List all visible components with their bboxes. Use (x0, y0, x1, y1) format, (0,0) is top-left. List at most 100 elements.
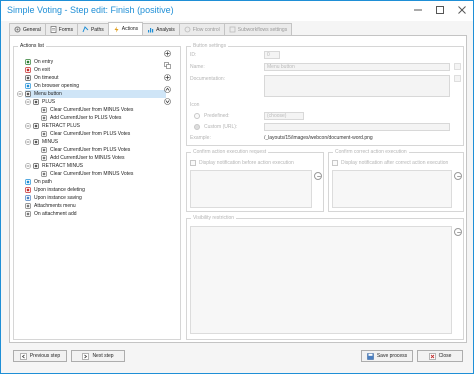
arrow-left-icon (20, 352, 27, 360)
close-icon[interactable] (455, 4, 469, 16)
collapse-icon[interactable] (17, 91, 23, 97)
action-tree-item[interactable]: RETRACT MINUS (25, 162, 84, 170)
predefined-radio[interactable] (194, 113, 200, 119)
move-up-icon[interactable] (164, 86, 171, 93)
action-tree-item-label: MINUS (42, 139, 59, 145)
action-tree-item[interactable]: On exit (25, 66, 50, 74)
tab-forms[interactable]: Forms (44, 23, 78, 35)
action-icon (41, 147, 47, 153)
action-tree-item-label: Attachments menu (34, 203, 76, 209)
action-tree-item-label: On entry (34, 59, 54, 65)
tab-subworkflows-label: Subworkflows settings (237, 26, 288, 33)
collapse-icon[interactable] (25, 163, 31, 169)
tab-actions[interactable]: Actions (107, 22, 144, 35)
action-tree-item-label: Clear CurrentUser from MINUS Votes (50, 171, 134, 177)
action-tree-item[interactable]: Add CurrentUser to MINUS Votes (41, 154, 124, 162)
form-icon (50, 26, 57, 33)
collapse-icon[interactable] (25, 99, 31, 105)
action-tree-item[interactable]: On browser opening (25, 82, 79, 90)
copy-icon[interactable] (164, 62, 171, 69)
confirm-before-label: Confirm action execution request (191, 149, 269, 155)
minimize-icon[interactable] (411, 4, 425, 16)
analysis-icon (147, 26, 154, 33)
confirm-before-edit-icon[interactable] (314, 172, 322, 180)
paths-icon (82, 26, 89, 33)
tab-general[interactable]: General (9, 23, 46, 35)
confirm-after-message-box[interactable] (332, 170, 452, 208)
translate-icon[interactable] (454, 63, 461, 70)
action-tree-item[interactable]: Attachments menu (25, 202, 76, 210)
clock-icon (25, 75, 31, 81)
subworkflow-icon (229, 26, 236, 33)
documentation-field[interactable] (264, 75, 450, 97)
action-tree-item[interactable]: On attachment add (25, 210, 77, 218)
close-button[interactable]: Close (417, 350, 463, 362)
actions-list-label: Actions list (18, 43, 46, 49)
action-tree-item-label: RETRACT MINUS (42, 163, 84, 169)
action-tree-item[interactable]: Upon instance saving (25, 194, 82, 202)
action-tree-item[interactable]: Clear CurrentUser from MINUS Votes (41, 106, 133, 114)
action-tree-item-label: Upon instance saving (34, 195, 82, 201)
delete-icon (25, 187, 31, 193)
confirm-after-checkbox[interactable] (332, 160, 338, 166)
tab-subworkflows[interactable]: Subworkflows settings (223, 23, 293, 35)
example-value: /_layouts/15/images/webcon/document-word… (264, 135, 373, 141)
visibility-edit-icon[interactable] (454, 228, 462, 236)
collapse-icon[interactable] (25, 139, 31, 145)
tab-paths-label: Paths (90, 26, 104, 33)
previous-step-label: Previous step (29, 353, 61, 359)
custom-url-field[interactable] (264, 123, 450, 131)
tab-paths[interactable]: Paths (76, 23, 109, 35)
name-field[interactable]: Menu button (264, 63, 450, 71)
tab-analysis[interactable]: Analysis (142, 23, 180, 35)
next-step-button[interactable]: Next step (71, 350, 125, 362)
attachment-add-icon (25, 211, 31, 217)
confirm-after-label: Confirm correct action execution (333, 149, 409, 155)
action-tree-item[interactable]: Clear CurrentUser from MINUS Votes (41, 170, 133, 178)
menu-button-icon (33, 139, 39, 145)
id-field[interactable]: 0 (264, 51, 280, 59)
menu-button-icon (33, 99, 39, 105)
collapse-icon[interactable] (25, 123, 31, 129)
tab-actions-label: Actions (121, 26, 139, 32)
action-tree-item[interactable]: On entry (25, 58, 53, 66)
action-tree-item[interactable]: On path (25, 178, 52, 186)
confirm-before-message-box[interactable] (190, 170, 312, 208)
action-tree-item[interactable]: Add CurrentUser to PLUS Votes (41, 114, 121, 122)
action-icon (41, 155, 47, 161)
example-label: Example: (190, 135, 211, 141)
action-tree-item[interactable]: Clear CurrentUser from PLUS Votes (41, 146, 130, 154)
arrow-right-icon (82, 352, 90, 360)
action-tree-item[interactable]: PLUS (25, 98, 56, 106)
close-red-icon (428, 352, 436, 360)
confirm-before-checkbox-label: Display notification before action execu… (199, 160, 294, 166)
save-process-label: Save process (376, 353, 408, 359)
visibility-rule-box[interactable] (190, 226, 452, 334)
maximize-icon[interactable] (433, 4, 447, 16)
action-tree-item[interactable]: Clear CurrentUser from PLUS Votes (41, 130, 130, 138)
custom-url-radio[interactable] (194, 124, 200, 130)
save-icon (367, 352, 374, 360)
action-tree-item[interactable]: RETRACT PLUS (25, 122, 80, 130)
translate-doc-icon[interactable] (454, 75, 461, 82)
action-tree-item[interactable]: On timeout (25, 74, 58, 82)
add-icon[interactable] (164, 50, 171, 57)
tab-flow-control[interactable]: Flow control (178, 23, 225, 35)
save-process-button[interactable]: Save process (361, 350, 413, 362)
previous-step-button[interactable]: Previous step (13, 350, 67, 362)
visibility-label: Visibility restriction (191, 215, 237, 221)
move-down-icon[interactable] (164, 98, 171, 105)
confirm-before-checkbox[interactable] (190, 160, 196, 166)
action-tree-item-label: PLUS (42, 99, 56, 105)
action-tree-item-label: On browser opening (34, 83, 80, 89)
action-tree-item[interactable]: MINUS (25, 138, 59, 146)
action-tree-item-label: On path (34, 179, 52, 185)
custom-url-label: Custom (URL): (204, 124, 238, 130)
confirm-after-edit-icon[interactable] (454, 172, 462, 180)
add-nested-icon[interactable] (164, 74, 171, 81)
action-tree-item-label: RETRACT PLUS (42, 123, 80, 129)
predefined-select[interactable]: (choose) (264, 112, 304, 120)
action-tree-item[interactable]: Menu button (17, 90, 166, 98)
next-step-label: Next step (92, 353, 114, 359)
action-tree-item[interactable]: Upon instance deleting (25, 186, 85, 194)
